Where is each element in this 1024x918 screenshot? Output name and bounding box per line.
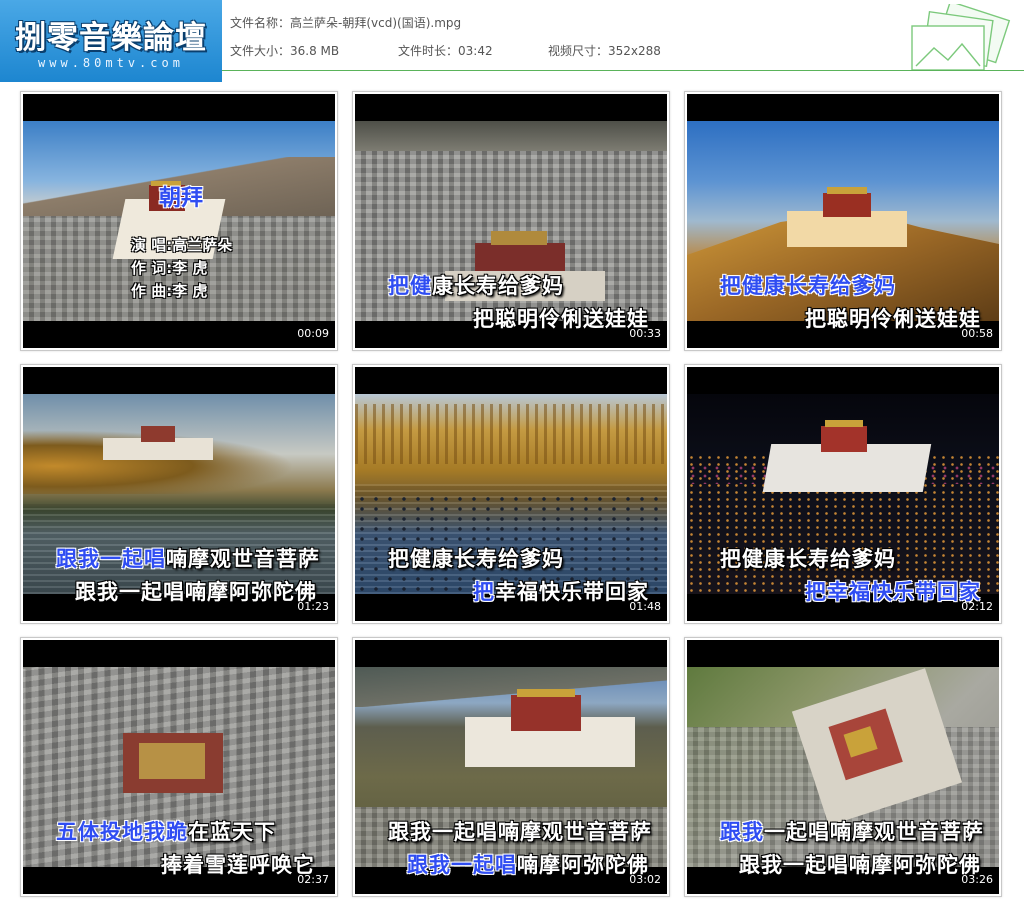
- lyric-line-2: 跟我一起唱喃摩阿弥陀佛: [75, 576, 317, 606]
- file-name-row: 文件名称：高兰萨朵-朝拜(vcd)(国语).mpg: [230, 14, 461, 31]
- lyric-line-1: 把健康长寿给爹妈: [720, 543, 896, 573]
- song-title-overlay: 朝拜: [159, 186, 204, 211]
- timestamp: 00:09: [297, 327, 329, 340]
- lyric-line-2: 跟我一起唱喃摩阿弥陀佛: [407, 849, 649, 879]
- lyric-highlight: 把健康长寿给爹妈: [720, 274, 896, 298]
- credit-lyricist: 作 词:李 虎: [131, 259, 208, 277]
- lyric-line-2: 跟我一起唱喃摩阿弥陀佛: [739, 849, 981, 879]
- thumbnail-1[interactable]: 朝拜 演 唱:高兰萨朵 作 词:李 虎 作 曲:李 虎 00:09: [20, 91, 338, 351]
- letterbox-top: [23, 94, 335, 121]
- thumbnail-2[interactable]: 把健康长寿给爹妈 把聪明伶俐送娃娃 00:33: [352, 91, 670, 351]
- timestamp: 02:37: [297, 873, 329, 886]
- logo-title: 捌零音樂論壇: [15, 20, 207, 56]
- thumbnail-4[interactable]: 跟我一起唱喃摩观世音菩萨 跟我一起唱喃摩阿弥陀佛 01:23: [20, 364, 338, 624]
- lyric-rest: 跟我一起唱喃摩观世音菩萨: [388, 820, 652, 844]
- lyric-highlight: 五体投地我跪: [56, 820, 188, 844]
- lyric-rest: 康长寿给爹妈: [432, 274, 564, 298]
- video-frame: 五体投地我跪在蓝天下 捧着雪莲呼唤它 02:37: [23, 640, 335, 894]
- lyric-line-2: 捧着雪莲呼唤它: [161, 849, 315, 879]
- video-frame: 把健康长寿给爹妈 把幸福快乐带回家 02:12: [687, 367, 999, 621]
- lyric-line-2: 把聪明伶俐送娃娃: [473, 303, 649, 333]
- video-frame: 跟我一起唱喃摩观世音菩萨 跟我一起唱喃摩阿弥陀佛 01:23: [23, 367, 335, 621]
- video-frame: 把健康长寿给爹妈 把聪明伶俐送娃娃 00:33: [355, 94, 667, 348]
- file-duration-row: 文件时长：03:42: [398, 42, 493, 59]
- lyric-rest: 跟我一起唱喃摩阿弥陀佛: [75, 580, 317, 604]
- letterbox-top: [687, 640, 999, 667]
- timestamp: 02:12: [961, 600, 993, 613]
- lyric-line-1: 跟我一起唱喃摩观世音菩萨: [388, 816, 652, 846]
- lyric-line-2: 把幸福快乐带回家: [473, 576, 649, 606]
- lyric-rest: 在蓝天下: [188, 820, 276, 844]
- letterbox-top: [355, 640, 667, 667]
- picture-frames-icon: [911, 4, 1011, 71]
- site-logo: 捌零音樂論壇 www.80mtv.com: [0, 0, 222, 82]
- thumbnail-7[interactable]: 五体投地我跪在蓝天下 捧着雪莲呼唤它 02:37: [20, 637, 338, 897]
- thumbnail-8[interactable]: 跟我一起唱喃摩观世音菩萨 跟我一起唱喃摩阿弥陀佛 03:02: [352, 637, 670, 897]
- timestamp: 00:58: [961, 327, 993, 340]
- credit-composer: 作 曲:李 虎: [131, 282, 208, 300]
- file-duration-label: 文件时长：: [398, 44, 459, 58]
- file-size-value: 36.8 MB: [290, 44, 340, 58]
- thumbnail-3[interactable]: 把健康长寿给爹妈 把聪明伶俐送娃娃 00:58: [684, 91, 1002, 351]
- thumbnail-9[interactable]: 跟我一起唱喃摩观世音菩萨 跟我一起唱喃摩阿弥陀佛 03:26: [684, 637, 1002, 897]
- timestamp: 00:33: [629, 327, 661, 340]
- lyric-line-1: 跟我一起唱喃摩观世音菩萨: [56, 543, 320, 573]
- lyric-line-1: 把健康长寿给爹妈: [388, 270, 564, 300]
- lyric-line-1: 五体投地我跪在蓝天下: [56, 816, 276, 846]
- timestamp: 03:02: [629, 873, 661, 886]
- timestamp: 03:26: [961, 873, 993, 886]
- lyric-rest: 一起唱喃摩观世音菩萨: [764, 820, 984, 844]
- letterbox-top: [355, 94, 667, 121]
- lyric-line-2: 把幸福快乐带回家: [805, 576, 981, 606]
- letterbox-bottom: [23, 321, 335, 348]
- lyric-highlight: 跟我一起唱: [56, 547, 166, 571]
- file-name-value: 高兰萨朵-朝拜(vcd)(国语).mpg: [290, 16, 462, 30]
- video-frame: 把健康长寿给爹妈 把幸福快乐带回家 01:48: [355, 367, 667, 621]
- lyric-highlight: 跟我一起唱: [407, 853, 517, 877]
- file-size-label: 文件大小：: [230, 44, 291, 58]
- letterbox-top: [687, 367, 999, 394]
- video-frame: 朝拜 演 唱:高兰萨朵 作 词:李 虎 作 曲:李 虎 00:09: [23, 94, 335, 348]
- file-duration-value: 03:42: [458, 44, 493, 58]
- thumbnail-5[interactable]: 把健康长寿给爹妈 把幸福快乐带回家 01:48: [352, 364, 670, 624]
- header-divider: [222, 70, 1024, 71]
- lyric-line-1: 把健康长寿给爹妈: [720, 270, 896, 300]
- lyric-highlight: 跟我: [720, 820, 764, 844]
- lyric-rest: 把聪明伶俐送娃娃: [473, 307, 649, 331]
- video-dimensions-value: 352x288: [608, 44, 661, 58]
- video-frame: 把健康长寿给爹妈 把聪明伶俐送娃娃 00:58: [687, 94, 999, 348]
- lyric-rest: 幸福快乐带回家: [495, 580, 649, 604]
- lyric-rest: 把聪明伶俐送娃娃: [805, 307, 981, 331]
- letterbox-top: [355, 367, 667, 394]
- thumbnail-6[interactable]: 把健康长寿给爹妈 把幸福快乐带回家 02:12: [684, 364, 1002, 624]
- file-size-row: 文件大小：36.8 MB: [230, 42, 339, 59]
- letterbox-top: [23, 367, 335, 394]
- timestamp: 01:23: [297, 600, 329, 613]
- lyric-rest: 喃摩观世音菩萨: [166, 547, 320, 571]
- video-frame: 跟我一起唱喃摩观世音菩萨 跟我一起唱喃摩阿弥陀佛 03:26: [687, 640, 999, 894]
- lyric-rest: 把健康长寿给爹妈: [388, 547, 564, 571]
- file-name-label: 文件名称：: [230, 16, 291, 30]
- letterbox-top: [687, 94, 999, 121]
- video-dimensions-row: 视频尺寸：352x288: [548, 42, 661, 59]
- lyric-highlight: 把: [473, 580, 495, 604]
- lyric-line-1: 把健康长寿给爹妈: [388, 543, 564, 573]
- lyric-highlight: 把幸福快乐带回家: [805, 580, 981, 604]
- lyric-rest: 跟我一起唱喃摩阿弥陀佛: [739, 853, 981, 877]
- video-dimensions-label: 视频尺寸：: [548, 44, 609, 58]
- letterbox-top: [23, 640, 335, 667]
- lyric-rest: 捧着雪莲呼唤它: [161, 853, 315, 877]
- video-frame: 跟我一起唱喃摩观世音菩萨 跟我一起唱喃摩阿弥陀佛 03:02: [355, 640, 667, 894]
- timestamp: 01:48: [629, 600, 661, 613]
- header: 捌零音樂論壇 www.80mtv.com 文件名称：高兰萨朵-朝拜(vcd)(国…: [0, 0, 1024, 82]
- logo-url: www.80mtv.com: [38, 56, 184, 70]
- lyric-line-1: 跟我一起唱喃摩观世音菩萨: [720, 816, 984, 846]
- lyric-line-2: 把聪明伶俐送娃娃: [805, 303, 981, 333]
- lyric-highlight: 把健: [388, 274, 432, 298]
- lyric-rest: 把健康长寿给爹妈: [720, 547, 896, 571]
- credit-singer: 演 唱:高兰萨朵: [131, 236, 233, 254]
